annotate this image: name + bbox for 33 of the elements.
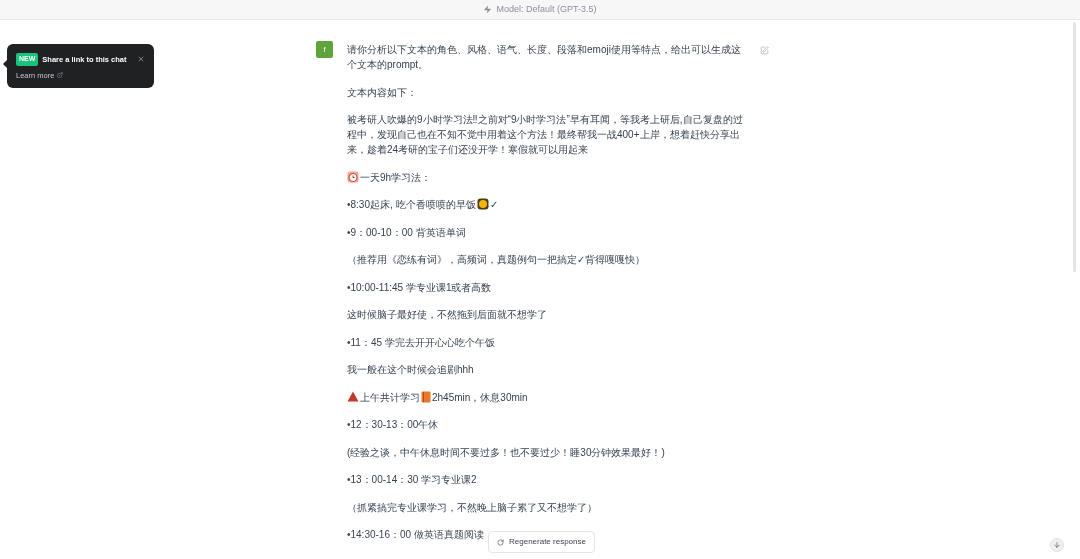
message-text: •10:00-11:45 学专业课1或者高数 [347, 280, 493, 295]
external-link-icon [57, 72, 64, 79]
book-icon [421, 390, 431, 403]
message-text: （推荐用《恋练有词》，高频词，真题例句一把搞定✓背得嘎嘎快） [347, 253, 646, 267]
message-text: •11：45 学完去开开心心吃个午饭 [347, 335, 496, 350]
close-icon[interactable] [137, 55, 145, 64]
message-text: 一天9h学习法： [360, 171, 432, 183]
message-text: 被考研人吹爆的9小时学习法‼之前对“9小时学习法”早有耳闻，等我考上研后,自己复盘的过程中，发现自己也在不知不觉中用着这个方法！最终帮我一战400+上岸，想着赶快分享出来，趁着24考研的宝子们还没开学！寒假就可以用起来 [347, 113, 744, 157]
message-text: •13：00-14：30 学习专业课2 [347, 473, 478, 487]
message-text: •8:30起床, 吃个香喷喷的早饭 [347, 199, 476, 210]
message-text: (经验之谈，中午休息时间不要过多！也不要过少！睡30分钟效果最好！) [347, 445, 666, 460]
message-text: 2h45min，休息30min [432, 391, 528, 403]
message-text: •9：00-10：00 背英语单词 [347, 225, 467, 240]
refresh-icon [497, 538, 504, 546]
message-text: 我一般在这个时候会追剧hhh [347, 363, 475, 377]
message-text: 上午共计学习 [360, 391, 420, 403]
model-label: Model: Default (GPT-3.5) [496, 2, 597, 16]
warning-icon [347, 390, 359, 402]
message-text: （抓紧搞完专业课学习，不然晚上脑子累了又不想学了） [347, 500, 598, 515]
message-text: 文本内容如下： [347, 85, 418, 100]
regenerate-button[interactable]: Regenerate response [488, 531, 595, 553]
message-text: 这时候脑子最好使，不然拖到后面就不想学了 [347, 308, 548, 322]
arrow-down-icon [1053, 541, 1061, 549]
sun-icon [476, 198, 489, 210]
message-text: •12：30-13：00午休 [347, 418, 440, 432]
message-text: ✓ [489, 199, 498, 210]
message-text: •14:30-16：00 做英语真题阅读 [347, 528, 485, 542]
user-avatar: f [316, 41, 333, 58]
alarm-clock-icon [347, 170, 359, 183]
message-text: 请你分析以下文本的角色、风格、语气、长度、段落和emoji使用等特点，给出可以生成这个文本的prompt。 [347, 43, 742, 72]
scroll-down-button[interactable] [1050, 538, 1064, 552]
edit-icon[interactable] [760, 46, 769, 55]
lightning-icon [483, 5, 493, 14]
